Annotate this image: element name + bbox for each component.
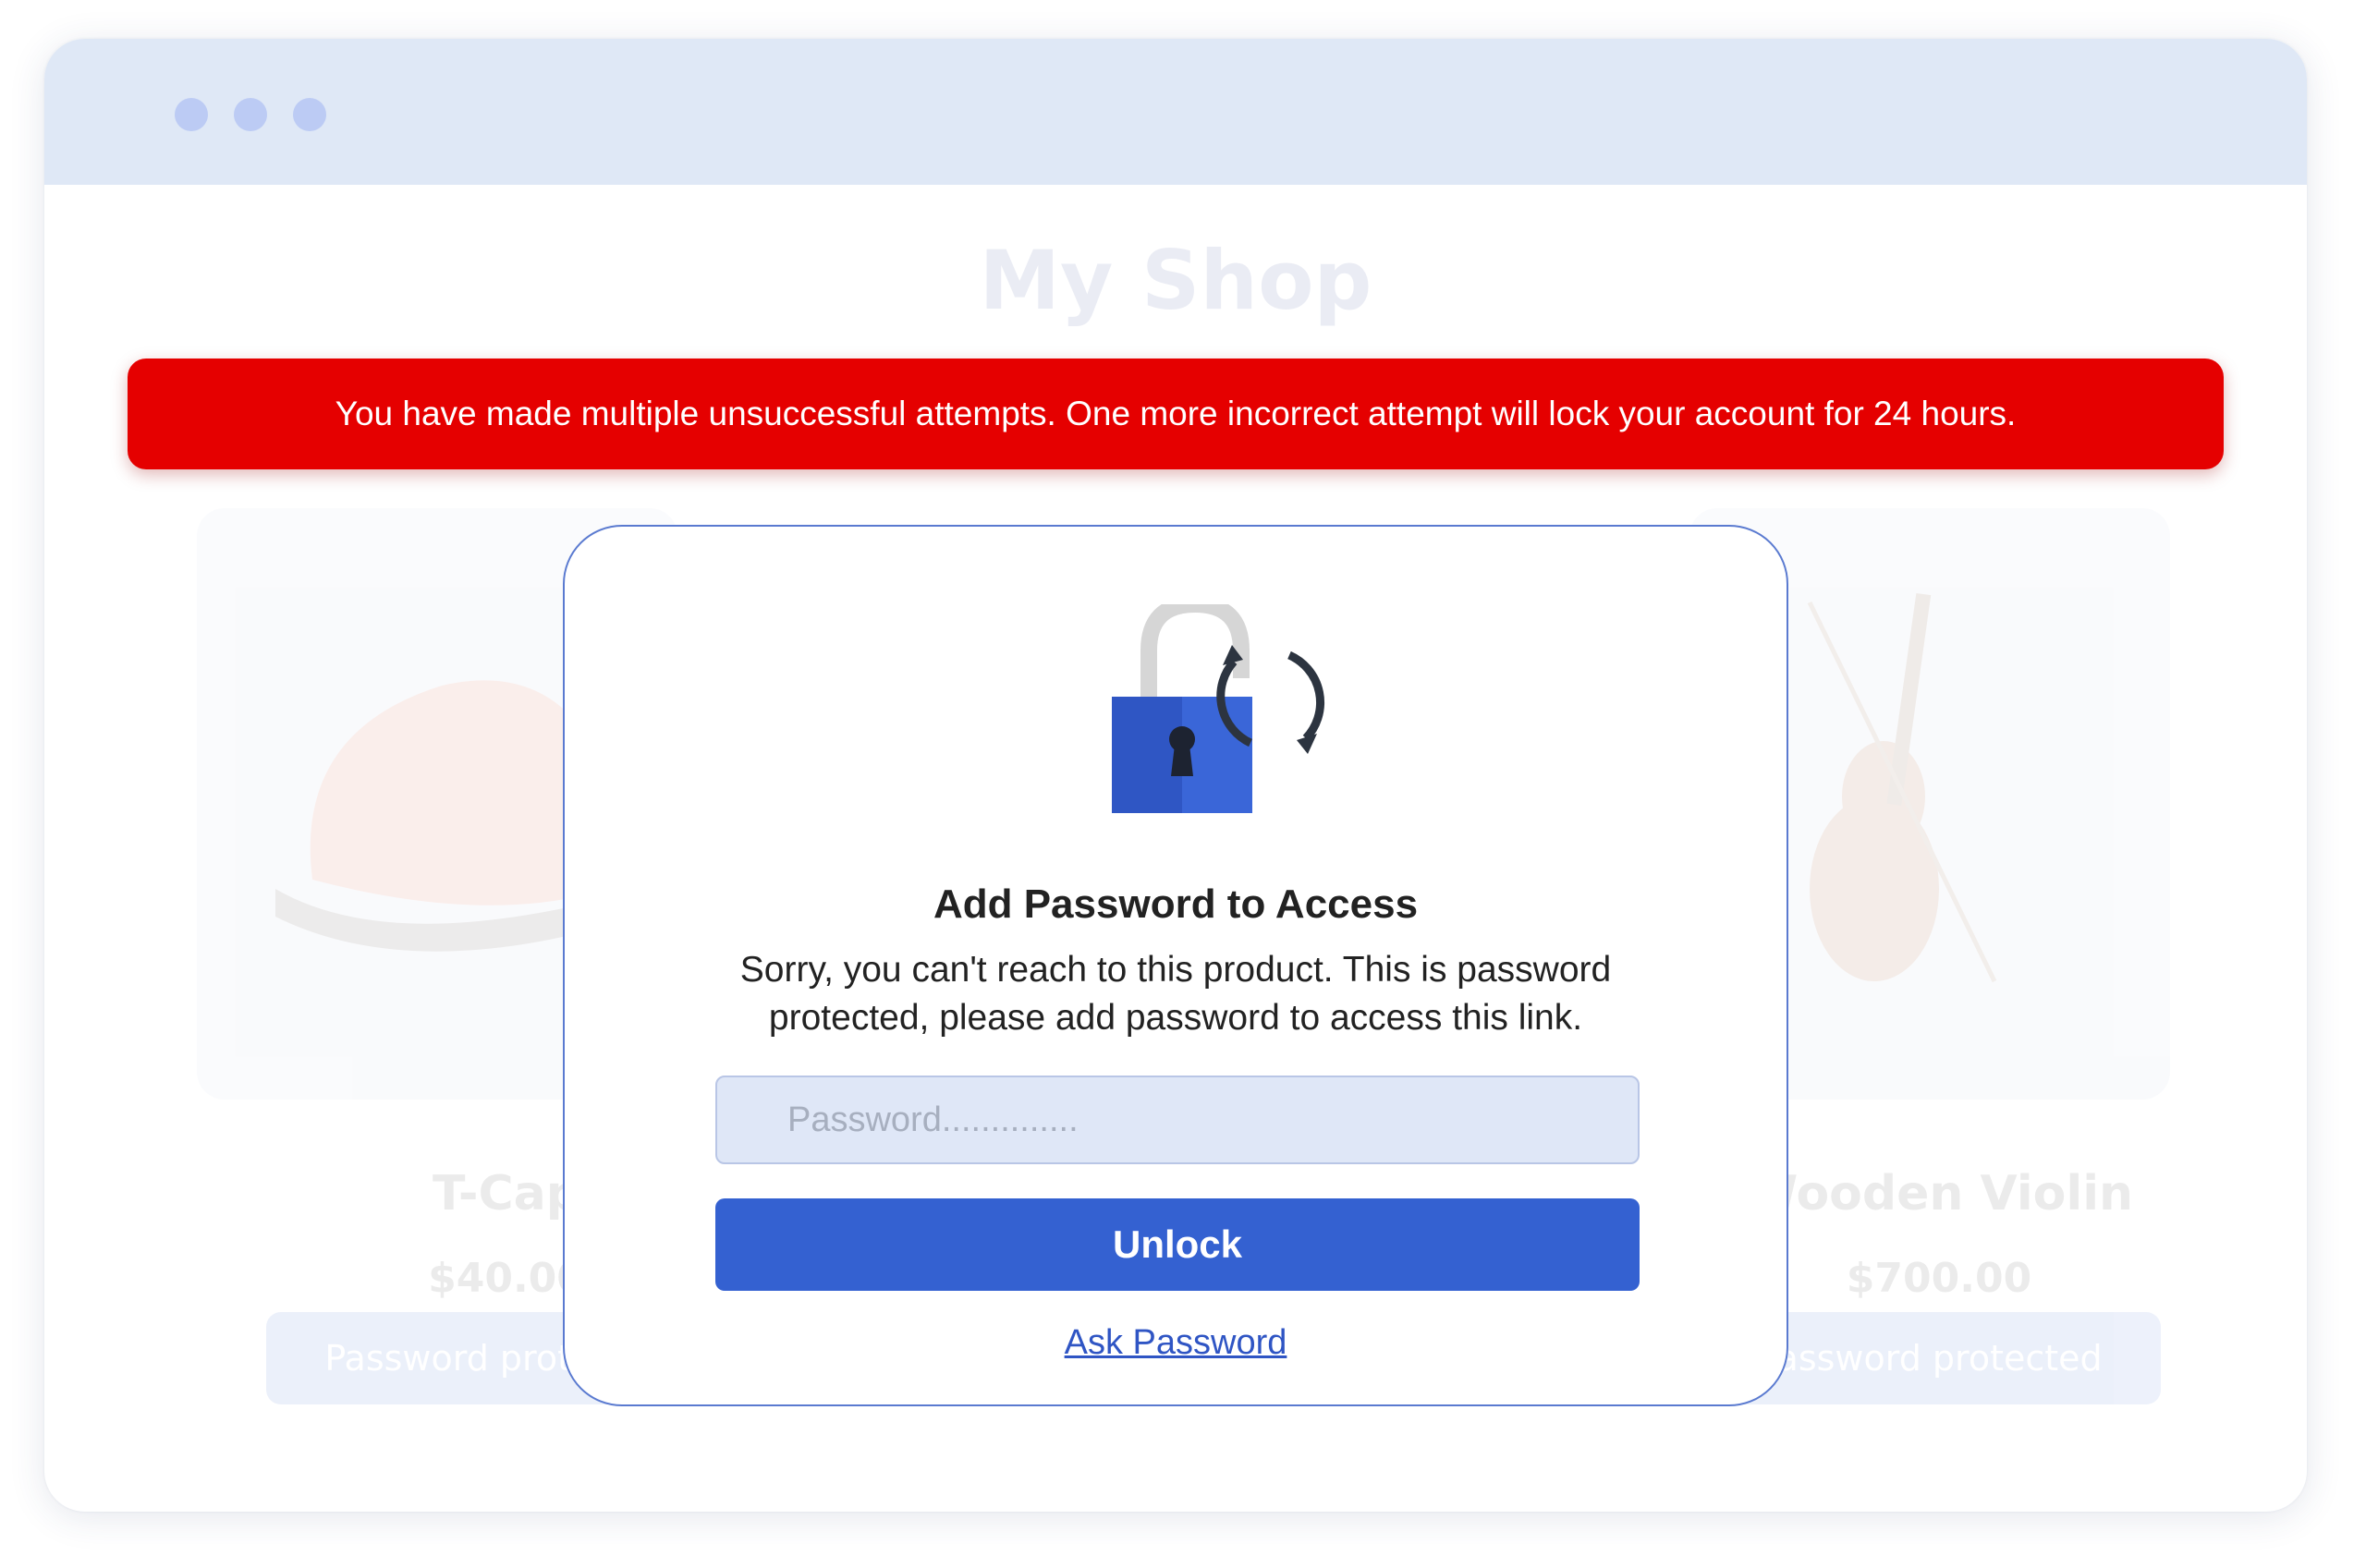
browser-window: My Shop T-Cap $40.00 Password protected …: [44, 39, 2307, 1512]
ask-password-link[interactable]: Ask Password: [565, 1323, 1787, 1363]
shop-title: My Shop: [979, 233, 1372, 328]
lockout-warning-alert: You have made multiple unsuccessful atte…: [128, 359, 2224, 469]
violin-icon: [1807, 592, 1997, 983]
lock-refresh-icon: [1112, 604, 1325, 813]
password-modal: Add Password to Access Sorry, you can't …: [563, 525, 1788, 1406]
modal-title: Add Password to Access: [933, 881, 1419, 927]
password-input[interactable]: [715, 1076, 1640, 1164]
unlock-button[interactable]: Unlock: [715, 1198, 1640, 1291]
modal-description: Sorry, you can't reach to this product. …: [739, 950, 1612, 1038]
